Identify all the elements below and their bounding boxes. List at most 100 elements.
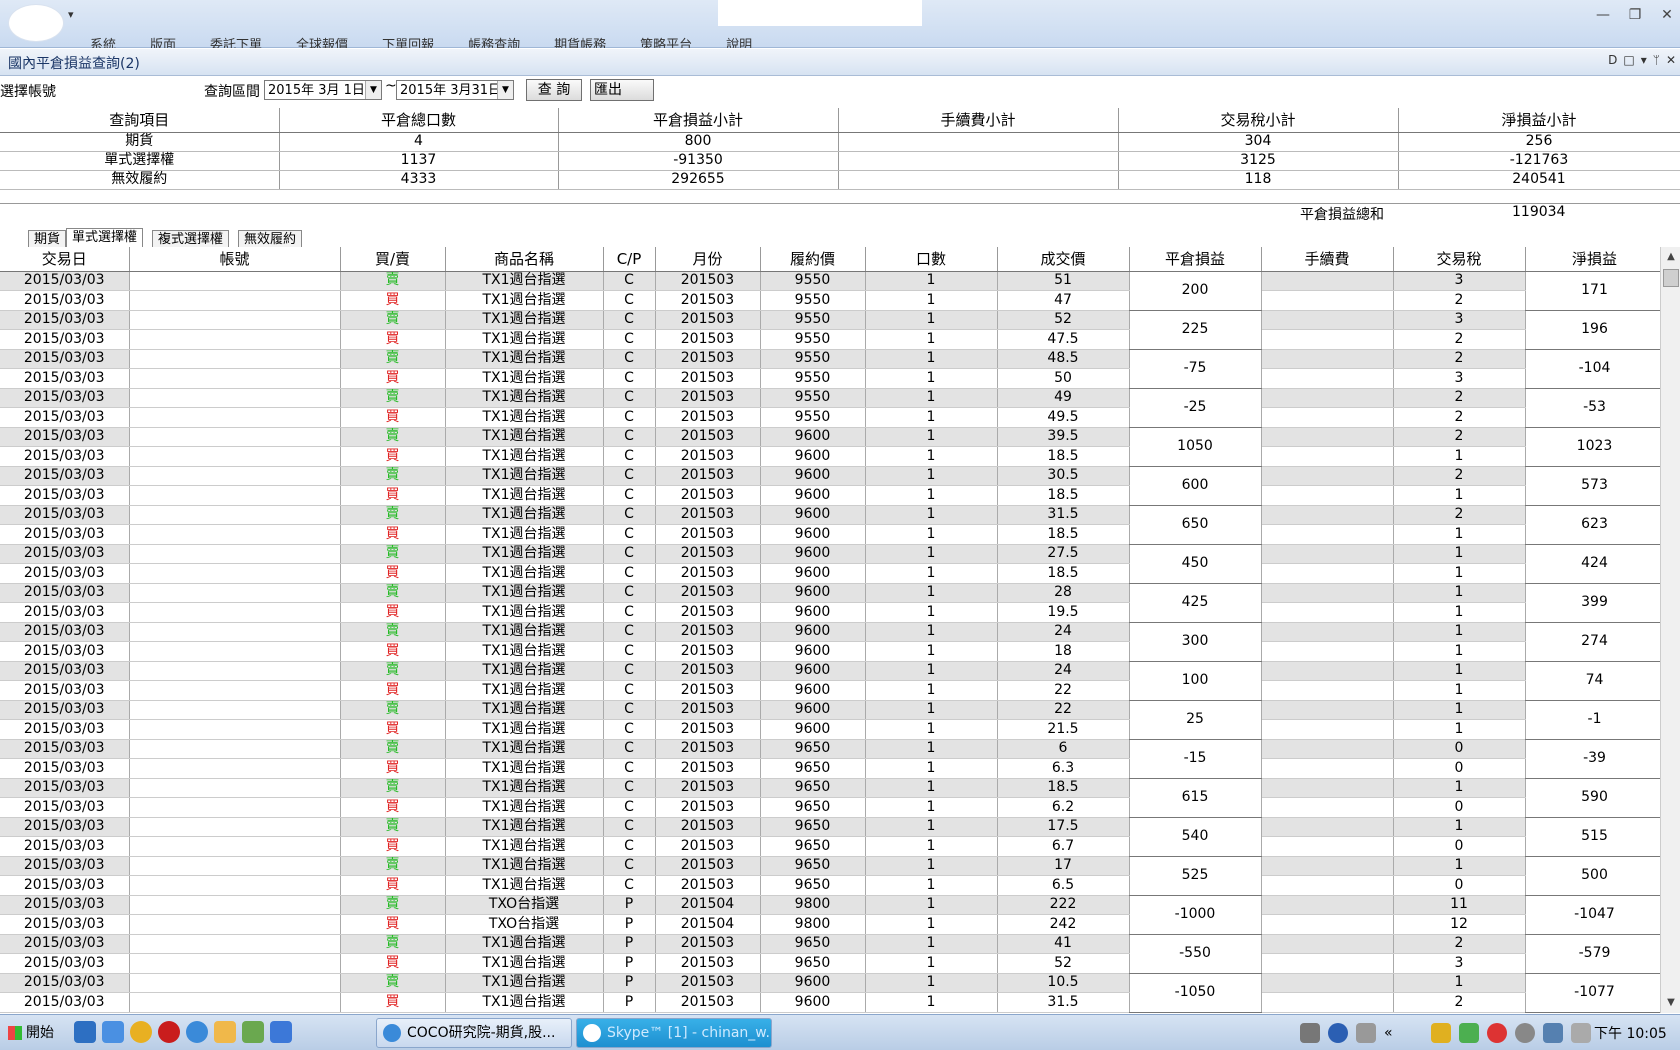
table-row[interactable]: 2015/03/03 買 TX1週台指選 C 201503 9550 1 47 2: [0, 290, 1664, 311]
table-row[interactable]: 2015/03/03 賣 TX1週台指選 C 201503 9600 1 39.5 1050 2 1…: [0, 427, 1665, 467]
table-row[interactable]: 2015/03/03 賣 TX1週台指選 C 201503 9600 1 24 100 1 74: [0, 661, 1665, 701]
ribbon-item[interactable]: 策略平台: [640, 34, 692, 48]
table-row[interactable]: 2015/03/03 買 TX1週台指選 C 201503 9550 1 50 3: [0, 368, 1664, 389]
ribbon-item[interactable]: 帳務查詢: [468, 34, 520, 48]
tab-2[interactable]: 複式選擇權: [152, 230, 230, 248]
ribbon-item[interactable]: 說明: [726, 34, 752, 48]
grid-header[interactable]: 月份: [655, 247, 761, 272]
start-button[interactable]: 開始: [2, 1019, 60, 1047]
table-row[interactable]: 2015/03/03 賣 TX1週台指選 C 201503 9650 1 6 -15 0 -39: [0, 739, 1665, 779]
subwindow-control-icon[interactable]: ✕: [1666, 53, 1676, 67]
table-row[interactable]: 2015/03/03 買 TX1週台指選 C 201503 9550 1 49.5 2: [0, 407, 1664, 428]
table-row[interactable]: 2015/03/03 買 TX1週台指選 C 201503 9650 1 6.5 0: [0, 875, 1664, 896]
table-row[interactable]: 2015/03/03 買 TX1週台指選 C 201503 9600 1 18 1: [0, 641, 1664, 662]
keyboard-icon[interactable]: [1300, 1023, 1320, 1043]
vertical-scrollbar[interactable]: ▲ ▼: [1660, 247, 1680, 1013]
table-row[interactable]: 2015/03/03 買 TX1週台指選 C 201503 9600 1 18.5 1: [0, 524, 1664, 545]
media-player-icon[interactable]: [74, 1021, 96, 1043]
table-row[interactable]: 2015/03/03 賣 TX1週台指選 C 201503 9600 1 28 425 1 399: [0, 583, 1665, 623]
table-row[interactable]: 2015/03/03 買 TX1週台指選 C 201503 9550 1 47.5 2: [0, 329, 1664, 350]
table-row[interactable]: 2015/03/03 買 TX1週台指選 P 201503 9600 1 31.5 2: [0, 992, 1664, 1013]
tab-1[interactable]: 單式選擇權: [66, 228, 144, 248]
table-row[interactable]: 2015/03/03 賣 TX1週台指選 C 201503 9550 1 48.5 -75 2 -1…: [0, 349, 1665, 389]
messenger-icon[interactable]: [102, 1021, 124, 1043]
users-icon[interactable]: [1458, 1023, 1479, 1043]
taskbar-item-browser[interactable]: COCO研究院-期貨,股...: [376, 1018, 572, 1048]
grid-header[interactable]: 商品名稱: [445, 247, 604, 272]
table-row[interactable]: 2015/03/03 賣 TX1週台指選 C 201503 9550 1 49 -25 2 -53: [0, 388, 1665, 428]
grid-header[interactable]: 買/賣: [340, 247, 446, 272]
date-to-picker[interactable]: 2015年 3月31日 ▼: [396, 80, 514, 100]
table-row[interactable]: 2015/03/03 賣 TX1週台指選 C 201503 9600 1 24 300 1 274: [0, 622, 1665, 662]
ribbon-item[interactable]: 系統: [90, 34, 116, 48]
grid-header[interactable]: 平倉損益: [1129, 247, 1262, 272]
help-icon[interactable]: [1328, 1023, 1348, 1043]
taskbar-item-skype[interactable]: Skype™ [1] - chinan_w...: [576, 1018, 772, 1048]
table-row[interactable]: 2015/03/03 賣 TX1週台指選 C 201503 9650 1 18.5 615 1 59…: [0, 778, 1665, 818]
chevron-down-icon[interactable]: ▼: [497, 81, 513, 99]
table-row[interactable]: 2015/03/03 賣 TX1週台指選 P 201503 9600 1 10.5 -1050 1…: [0, 973, 1665, 1013]
subwindow-control-icon[interactable]: ▾: [1641, 53, 1647, 67]
tab-0[interactable]: 期貨: [28, 230, 67, 248]
security-icon[interactable]: [1486, 1023, 1507, 1043]
ribbon-item[interactable]: 期貨帳務: [554, 34, 606, 48]
quick-access-dropdown-icon[interactable]: ▾: [68, 8, 74, 21]
desktop-icon[interactable]: [270, 1021, 292, 1043]
query-button[interactable]: 查 詢: [526, 79, 582, 101]
grid-header[interactable]: 交易稅: [1393, 247, 1526, 272]
app-menu-button[interactable]: [8, 4, 64, 42]
date-from-picker[interactable]: 2015年 3月 1日 ▼: [264, 80, 382, 100]
scroll-up-icon[interactable]: ▲: [1663, 249, 1679, 265]
subwindow-control-icon[interactable]: D: [1608, 53, 1617, 67]
table-row[interactable]: 2015/03/03 買 TX1週台指選 C 201503 9650 1 6.7 0: [0, 836, 1664, 857]
table-row[interactable]: 2015/03/03 買 TXO台指選 P 201504 9800 1 242 12: [0, 914, 1664, 935]
table-row[interactable]: 2015/03/03 賣 TX1週台指選 C 201503 9600 1 27.5 450 1 42…: [0, 544, 1665, 584]
restore-button[interactable]: ❐: [1622, 4, 1648, 26]
grid-header[interactable]: C/P: [603, 247, 656, 272]
grid-header[interactable]: 手續費: [1261, 247, 1394, 272]
table-row[interactable]: 2015/03/03 買 TX1週台指選 C 201503 9600 1 18.5 1: [0, 563, 1664, 584]
tray-expand-icon[interactable]: «: [1384, 1025, 1393, 1041]
close-button[interactable]: ✕: [1654, 4, 1680, 26]
grid-header[interactable]: 成交價: [997, 247, 1130, 272]
ie-icon[interactable]: [186, 1021, 208, 1043]
table-row[interactable]: 2015/03/03 賣 TX1週台指選 C 201503 9550 1 52 225 3 196: [0, 310, 1665, 350]
table-row[interactable]: 2015/03/03 買 TX1週台指選 C 201503 9650 1 6.3 0: [0, 758, 1664, 779]
update-icon[interactable]: [1514, 1023, 1535, 1043]
network-icon[interactable]: [1542, 1023, 1563, 1043]
export-excel-button[interactable]: 匯出Excel: [590, 79, 654, 101]
table-row[interactable]: 2015/03/03 賣 TX1週台指選 P 201503 9650 1 41 -550 2 -57…: [0, 934, 1665, 974]
table-row[interactable]: 2015/03/03 賣 TX1週台指選 C 201503 9600 1 31.5 650 2 62…: [0, 505, 1665, 545]
tab-3[interactable]: 無效履約: [238, 230, 303, 248]
ribbon-item[interactable]: 版面: [150, 34, 176, 48]
grid-header[interactable]: 履約價: [760, 247, 866, 272]
table-row[interactable]: 2015/03/03 賣 TX1週台指選 C 201503 9600 1 30.5 600 2 57…: [0, 466, 1665, 506]
table-row[interactable]: 2015/03/03 買 TX1週台指選 C 201503 9600 1 19.5 1: [0, 602, 1664, 623]
chevron-down-icon[interactable]: ▼: [365, 81, 381, 99]
minimize-button[interactable]: —: [1590, 4, 1616, 26]
app-icon[interactable]: [242, 1021, 264, 1043]
grid-header[interactable]: 淨損益: [1525, 247, 1665, 272]
table-row[interactable]: 2015/03/03 買 TX1週台指選 C 201503 9600 1 18.5 1: [0, 485, 1664, 506]
table-row[interactable]: 2015/03/03 賣 TX1週台指選 C 201503 9650 1 17.5 540 1 51…: [0, 817, 1665, 857]
grid-header[interactable]: 口數: [865, 247, 998, 272]
grid-header[interactable]: 帳號: [129, 247, 341, 272]
table-row[interactable]: 2015/03/03 賣 TX1週台指選 C 201503 9600 1 22 25 1 -1: [0, 700, 1665, 740]
table-row[interactable]: 2015/03/03 賣 TXO台指選 P 201504 9800 1 222 -1000 11-…: [0, 895, 1665, 935]
table-row[interactable]: 2015/03/03 買 TX1週台指選 C 201503 9600 1 22 1: [0, 680, 1664, 701]
folder-icon[interactable]: [214, 1021, 236, 1043]
table-row[interactable]: 2015/03/03 買 TX1週台指選 C 201503 9600 1 18.5 1: [0, 446, 1664, 467]
subwindow-control-icon[interactable]: ᛘ: [1653, 53, 1660, 67]
table-row[interactable]: 2015/03/03 賣 TX1週台指選 C 201503 9650 1 17 525 1 500: [0, 856, 1665, 896]
table-row[interactable]: 2015/03/03 買 TX1週台指選 P 201503 9650 1 52 3: [0, 953, 1664, 974]
table-row[interactable]: 2015/03/03 買 TX1週台指選 C 201503 9650 1 6.2 0: [0, 797, 1664, 818]
chrome-icon[interactable]: [130, 1021, 152, 1043]
input-method-icon[interactable]: [1356, 1023, 1376, 1043]
notification-icon[interactable]: [1430, 1023, 1451, 1043]
table-row[interactable]: 2015/03/03 賣 TX1週台指選 C 201503 9550 1 51 200 3 171: [0, 271, 1665, 311]
scroll-down-icon[interactable]: ▼: [1663, 995, 1679, 1011]
grid-header[interactable]: 交易日: [0, 247, 130, 272]
volume-icon[interactable]: [1570, 1023, 1591, 1043]
ribbon-item[interactable]: 下單回報: [382, 34, 434, 48]
media-icon[interactable]: [158, 1021, 180, 1043]
